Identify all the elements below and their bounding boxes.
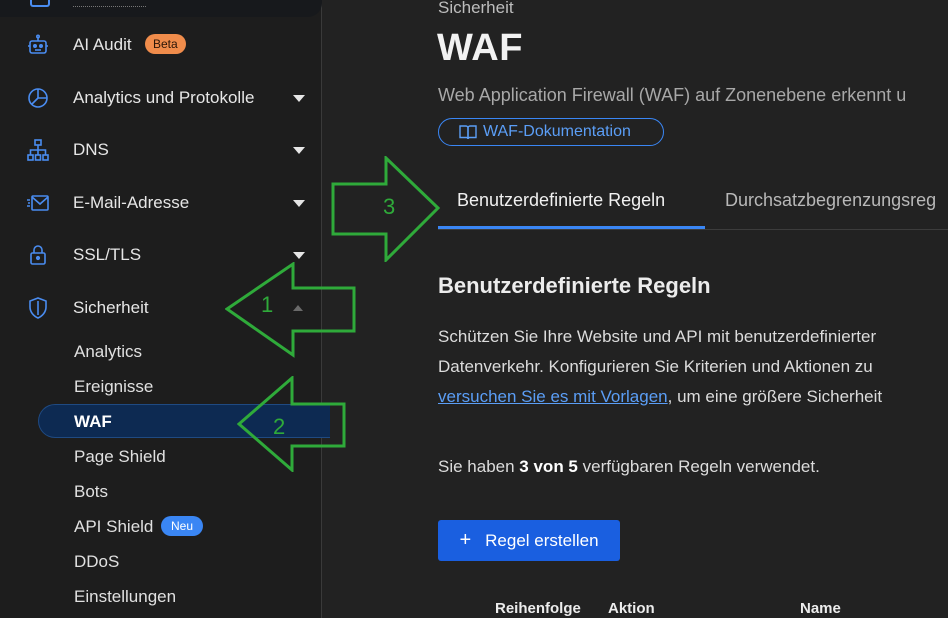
sidebar-item-label: Analytics und Protokolle [73,88,255,107]
page-subtitle: Web Application Firewall (WAF) auf Zonen… [438,85,907,105]
usage-count: 3 von 5 [519,457,578,476]
breadcrumb[interactable]: Sicherheit [438,0,514,18]
subnav-item-ereignisse[interactable]: Ereignisse [74,377,153,397]
column-header-reihenfolge[interactable]: Reihenfolge [495,600,581,617]
sidebar-item-label: AI Audit [73,35,132,54]
lock-icon [26,243,50,267]
active-tab-indicator [438,226,705,229]
annotation-label-1: 1 [261,292,274,317]
plus-icon: + [459,529,472,551]
subnav-item-page-shield[interactable]: Page Shield [74,447,166,467]
templates-link[interactable]: versuchen Sie es mit Vorlagen [438,387,668,406]
sidebar-item-label: SSL/TLS [73,245,142,264]
create-rule-button[interactable]: + Regel erstellen [438,520,620,561]
network-icon [26,138,50,162]
subnav-item-api-shield[interactable]: API Shield [74,517,153,537]
annotation-label-2: 2 [273,414,286,439]
pie-chart-icon [26,86,50,110]
column-header-name[interactable]: Name [800,600,841,617]
page-title: WAF [437,27,523,69]
tab-benutzerdefinierte-regeln[interactable]: Benutzerdefinierte Regeln [457,190,665,211]
overview-icon [30,0,50,7]
sidebar-item-label: DNS [73,140,109,159]
chevron-down-icon[interactable] [293,147,305,154]
sidebar-top-item[interactable] [0,0,322,17]
description-line-3-rest: , um eine größere Sicherheit [667,387,883,406]
annotation-arrow-1: 1 [225,262,357,358]
new-badge: Neu [161,516,204,536]
book-icon [459,125,477,140]
subnav-item-bots[interactable]: Bots [74,482,108,502]
tab-durchsatzbegrenzung[interactable]: Durchsatzbegrenzungsreg [725,190,936,211]
rules-usage: Sie haben 3 von 5 verfügbaren Regeln ver… [438,457,820,477]
subnav-item-analytics[interactable]: Analytics [74,342,142,362]
mail-icon [26,191,50,215]
sidebar-item-analytics-protokolle[interactable]: Analytics und Protokolle [0,78,322,118]
chevron-down-icon[interactable] [293,252,305,259]
chevron-down-icon[interactable] [293,95,305,102]
chevron-down-icon[interactable] [293,200,305,207]
main-content: Sicherheit WAF Web Application Firewall … [323,0,948,618]
sidebar-item-email[interactable]: E-Mail-Adresse [0,183,322,223]
annotation-arrow-3: 3 [331,156,441,262]
shield-icon [26,296,50,320]
waf-docs-label: WAF-Dokumentation [483,123,631,140]
tab-bar: Benutzerdefinierte Regeln Durchsatzbegre… [438,182,948,230]
subnav-item-waf[interactable]: WAF [74,412,112,432]
create-rule-label: Regel erstellen [485,530,599,550]
subnav-item-einstellungen[interactable]: Einstellungen [74,587,176,607]
sidebar-item-label: Sicherheit [73,298,149,317]
annotation-arrow-2: 2 [237,376,347,472]
description-line-3: versuchen Sie es mit Vorlagen, um eine g… [438,387,882,407]
description-line-1: Schützen Sie Ihre Website und API mit be… [438,327,877,346]
bot-icon [26,33,50,57]
sidebar-item-label: E-Mail-Adresse [73,193,190,212]
description-line-2: Datenverkehr. Konfigurieren Sie Kriterie… [438,357,873,376]
usage-prefix: Sie haben [438,457,520,476]
section-title: Benutzerdefinierte Regeln [438,273,711,298]
annotation-label-3: 3 [383,194,396,219]
column-header-aktion[interactable]: Aktion [608,600,655,617]
usage-suffix: verfügbaren Regeln verwendet. [577,457,820,476]
beta-badge: Beta [145,34,186,54]
sidebar-top-underline [73,6,146,7]
waf-docs-button[interactable]: WAF-Dokumentation [438,118,664,146]
subnav-item-ddos[interactable]: DDoS [74,552,119,572]
sidebar-item-dns[interactable]: DNS [0,130,322,170]
